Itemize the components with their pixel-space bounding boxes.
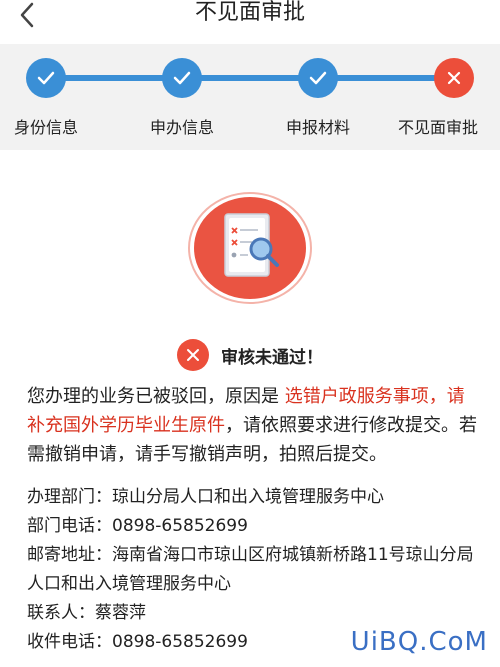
step-label-materials: 申报材料 (285, 118, 350, 137)
address-row: 邮寄地址：海南省海口市琼山区府城镇新桥路11号琼山分局人口和出入境管理服务中心 (27, 541, 479, 599)
step-2-check-icon (162, 58, 202, 98)
step-label-identity: 身份信息 (13, 118, 78, 137)
page-title: 不见面审批 (194, 0, 305, 25)
result-text: 审核未通过！ (221, 347, 323, 368)
dept-phone-label: 部门电话： (27, 516, 112, 536)
review-result: 审核未通过！ (0, 338, 500, 372)
receive-phone-value[interactable]: 0898-65852699 (112, 632, 248, 652)
document-search-icon (224, 213, 279, 277)
step-progress: 身份信息 申办信息 申报材料 不见面审批 (0, 44, 500, 150)
contact-person-value: 蔡蓉萍 (95, 603, 146, 623)
dept-phone-value[interactable]: 0898-65852699 (112, 516, 248, 536)
step-label-approval: 不见面审批 (397, 118, 478, 137)
navbar: 不见面审批 (0, 0, 500, 44)
receive-phone-label: 收件电话： (27, 632, 112, 652)
fail-icon (177, 339, 209, 371)
address-label: 邮寄地址： (27, 545, 112, 565)
step-label-application: 申办信息 (149, 118, 214, 137)
watermark: UiBQ.CoM (350, 627, 488, 657)
department-label: 办理部门： (27, 487, 112, 507)
step-4-cross-icon (434, 58, 474, 98)
dept-phone-row: 部门电话：0898-65852699 (27, 512, 479, 541)
department-row: 办理部门：琼山分局人口和出入境管理服务中心 (27, 483, 479, 512)
department-value: 琼山分局人口和出入境管理服务中心 (112, 487, 384, 507)
review-illustration (188, 192, 312, 304)
contact-person-row: 联系人：蔡蓉萍 (27, 599, 479, 628)
step-1-check-icon (26, 58, 66, 98)
rejection-reason: 您办理的业务已被驳回，原因是 选错户政服务事项，请补充国外学历毕业生原件，请依照… (27, 382, 479, 469)
step-connector-line (46, 75, 454, 81)
contact-person-label: 联系人： (27, 603, 95, 623)
step-3-check-icon (298, 58, 338, 98)
reason-prefix: 您办理的业务已被驳回，原因是 (27, 386, 285, 407)
